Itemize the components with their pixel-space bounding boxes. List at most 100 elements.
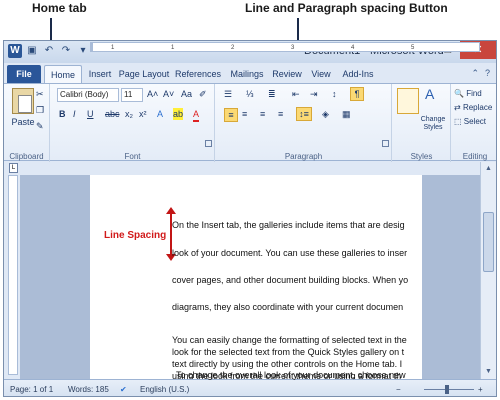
subscript-icon[interactable]: x₂ <box>125 108 133 120</box>
vertical-ruler[interactable] <box>8 175 18 375</box>
tab-addins[interactable]: Add-Ins <box>338 65 378 83</box>
document-area: Line Spacing On the Insert tab, the gall… <box>20 175 482 379</box>
document-line: text directly by using the other control… <box>172 359 403 369</box>
zoom-out-icon[interactable]: − <box>396 385 401 394</box>
minimize-ribbon-icon[interactable]: ⌃ <box>471 68 479 79</box>
word-count[interactable]: Words: 185 <box>68 385 109 394</box>
zoom-slider[interactable] <box>424 389 474 390</box>
grow-font-icon[interactable]: A˄ <box>147 88 158 100</box>
paragraph-dialog-launcher-icon[interactable] <box>382 140 389 147</box>
ruler-tick: 4 <box>351 45 355 51</box>
increase-indent-icon[interactable]: ⇥ <box>310 88 318 100</box>
vertical-scrollbar[interactable]: ▲ ▼ <box>480 162 496 379</box>
zoom-in-icon[interactable]: + <box>478 385 483 394</box>
save-icon[interactable]: ▣ <box>25 44 39 58</box>
font-color-icon[interactable]: A <box>193 108 200 122</box>
scrollbar-thumb[interactable] <box>483 212 494 272</box>
status-bar: Page: 1 of 1 Words: 185 ✔ English (U.S.)… <box>4 379 496 396</box>
numbering-icon[interactable]: ⅓ <box>246 88 254 100</box>
ribbon-right-controls: ⌃ ? <box>471 68 490 79</box>
quick-styles-gallery[interactable] <box>397 88 419 114</box>
find-button[interactable]: 🔍 Find <box>454 88 482 100</box>
language-indicator[interactable]: English (U.S.) <box>140 385 189 394</box>
select-label: Select <box>463 117 487 126</box>
line-para-annotation: Line and Paragraph spacing Button <box>245 1 448 15</box>
document-line: look for the selected text from the Quic… <box>172 347 405 357</box>
quick-access-toolbar: W ▣ ↶ ↷ ▾ <box>8 44 90 58</box>
ruler-margin-marker <box>91 43 93 51</box>
document-line: look of your document. You can use these… <box>172 248 408 258</box>
multilevel-list-icon[interactable]: ≣ <box>268 88 276 100</box>
scroll-down-icon[interactable]: ▼ <box>483 367 494 377</box>
home-tab-annotation: Home tab <box>32 1 87 15</box>
ruler-tick: 2 <box>231 45 235 51</box>
paragraph-group: ☰ ⅓ ≣ ⇤ ⇥ ↕ ¶ ≡ ≡ ≡ ≡ ↕≡ ◈ ▦ Paragraph <box>216 84 392 162</box>
horizontal-ruler[interactable]: 1 1 2 3 4 5 <box>90 42 480 52</box>
document-page[interactable]: Line Spacing On the Insert tab, the gall… <box>90 175 422 379</box>
tab-selector-icon[interactable]: L <box>9 163 18 173</box>
change-case-icon[interactable]: Aa <box>181 88 192 100</box>
shrink-font-icon[interactable]: A˅ <box>163 88 174 100</box>
text-effects-icon[interactable]: A <box>157 108 163 120</box>
clear-formatting-icon[interactable]: ✐ <box>199 88 207 100</box>
document-line: You can easily change the formatting of … <box>172 335 407 345</box>
bold-icon[interactable]: B <box>59 108 66 120</box>
tab-file[interactable]: File <box>7 65 41 83</box>
show-hide-formatting-icon[interactable]: ¶ <box>350 87 364 101</box>
editing-group: 🔍 Find ⇄ Replace ⬚ Select Editing <box>452 84 496 162</box>
font-dialog-launcher-icon[interactable] <box>205 140 212 147</box>
change-styles-button[interactable]: Change Styles <box>415 116 451 132</box>
superscript-icon[interactable]: x² <box>139 108 147 120</box>
tab-view[interactable]: View <box>306 65 336 83</box>
highlight-icon[interactable]: ab <box>173 108 184 120</box>
tab-review[interactable]: Review <box>270 65 304 83</box>
align-left-icon[interactable]: ≡ <box>224 108 238 122</box>
sort-icon[interactable]: ↕ <box>332 88 337 100</box>
bullets-icon[interactable]: ☰ <box>224 88 232 100</box>
borders-icon[interactable]: ▦ <box>342 108 351 120</box>
find-label: Find <box>466 89 482 98</box>
tab-home[interactable]: Home <box>44 65 82 83</box>
proofing-icon[interactable]: ✔ <box>120 385 127 394</box>
qat-dropdown-icon[interactable]: ▾ <box>76 44 90 58</box>
document-line: diagrams, they also coordinate with your… <box>172 302 404 312</box>
change-styles-icon[interactable]: A <box>425 87 434 101</box>
copy-icon[interactable]: ❐ <box>36 104 44 116</box>
cut-icon[interactable]: ✂ <box>36 88 44 100</box>
ruler-tick: 1 <box>171 45 175 51</box>
styles-group: A Change Styles Styles <box>393 84 451 162</box>
ruler-tick: 3 <box>291 45 295 51</box>
tab-insert[interactable]: Insert <box>84 65 116 83</box>
page-count[interactable]: Page: 1 of 1 <box>10 385 53 394</box>
ribbon-tabs: File Home Insert Page Layout References … <box>4 63 496 83</box>
undo-icon[interactable]: ↶ <box>42 44 56 58</box>
align-center-icon[interactable]: ≡ <box>242 108 247 120</box>
tab-references[interactable]: References <box>172 65 224 83</box>
replace-button[interactable]: ⇄ Replace <box>454 102 492 114</box>
justify-icon[interactable]: ≡ <box>278 108 283 120</box>
paragraph-group-label: Paragraph <box>284 152 323 161</box>
format-painter-icon[interactable]: ✎ <box>36 120 44 132</box>
tab-page-layout[interactable]: Page Layout <box>118 65 170 83</box>
ruler-row <box>4 162 496 174</box>
word-logo-icon: W <box>8 44 22 58</box>
strikethrough-icon[interactable]: abc <box>105 108 120 120</box>
line-paragraph-spacing-icon[interactable]: ↕≡ <box>296 107 312 121</box>
italic-icon[interactable]: I <box>73 108 76 120</box>
scroll-up-icon[interactable]: ▲ <box>483 164 494 174</box>
shading-icon[interactable]: ◈ <box>322 108 329 120</box>
styles-group-label: Styles <box>410 152 433 161</box>
font-family-select[interactable]: Calibri (Body) <box>57 88 119 102</box>
tab-mailings[interactable]: Mailings <box>226 65 268 83</box>
redo-icon[interactable]: ↷ <box>59 44 73 58</box>
select-button[interactable]: ⬚ Select <box>454 116 486 128</box>
paste-button-label[interactable]: Paste <box>8 116 38 128</box>
help-icon[interactable]: ? <box>485 68 490 79</box>
clipboard-group: Paste ✂ ❐ ✎ Clipboard <box>4 84 50 162</box>
underline-icon[interactable]: U <box>87 108 94 120</box>
align-right-icon[interactable]: ≡ <box>260 108 265 120</box>
font-size-select[interactable]: 11 <box>121 88 143 102</box>
decrease-indent-icon[interactable]: ⇤ <box>292 88 300 100</box>
zoom-slider-thumb[interactable] <box>445 385 449 394</box>
paste-icon[interactable] <box>12 88 34 114</box>
